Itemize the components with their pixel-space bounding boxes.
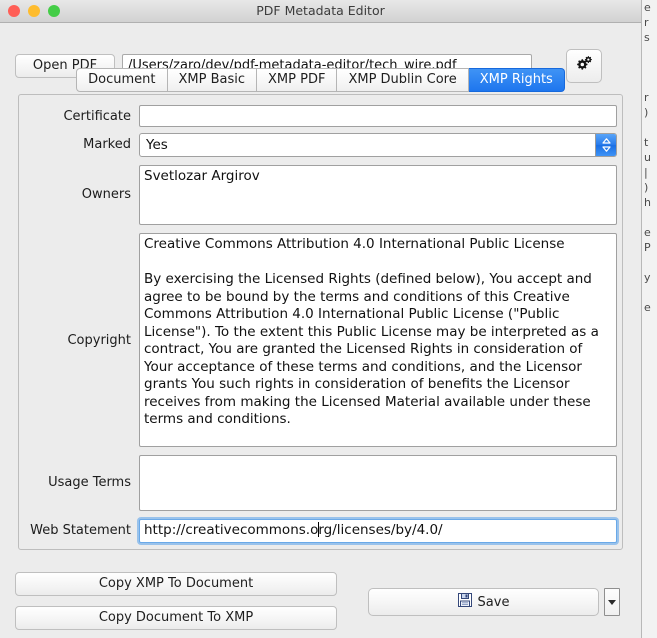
copyright-label: Copyright — [67, 333, 131, 348]
tab-xmp-basic[interactable]: XMP Basic — [167, 68, 258, 92]
background-window[interactable]: e r s r ) t u | ) h e P y e — [641, 0, 657, 638]
chevron-up-icon — [601, 138, 611, 144]
desktop-background: e r s r ) t u | ) h e P y e PDF Metadata… — [0, 0, 657, 638]
save-menu-button[interactable] — [604, 588, 620, 616]
background-window-text: e r s r ) t u | ) h e P y e — [644, 1, 651, 314]
chevron-down-icon — [601, 146, 611, 152]
web-statement-text-before-caret: http://creativecommons.o — [144, 522, 319, 538]
certificate-input[interactable] — [139, 105, 617, 127]
tab-xmp-rights[interactable]: XMP Rights — [468, 68, 565, 92]
save-button-group: Save — [368, 588, 620, 616]
marked-value: Yes — [146, 137, 168, 153]
toolbar: Open PDF /Users/zaro/dev/pdf-metadata-ed… — [0, 23, 641, 83]
web-statement-input[interactable]: http://creativecommons.org/licenses/by/4… — [139, 519, 617, 543]
tab-xmp-pdf[interactable]: XMP PDF — [257, 68, 338, 92]
certificate-row: Certificate — [19, 105, 622, 127]
web-statement-label: Web Statement — [30, 523, 131, 538]
copyright-textarea[interactable]: Creative Commons Attribution 4.0 Interna… — [139, 233, 617, 447]
tab-xmp-dublin-core[interactable]: XMP Dublin Core — [337, 68, 469, 92]
owners-label: Owners — [81, 187, 131, 202]
owners-row: Owners Svetlozar Argirov — [19, 165, 622, 225]
tab-document[interactable]: Document — [76, 68, 168, 92]
marked-combobox[interactable]: Yes — [139, 133, 617, 157]
marked-label: Marked — [83, 137, 131, 152]
usage-terms-row: Usage Terms — [19, 455, 622, 511]
save-button-label: Save — [477, 594, 510, 610]
titlebar[interactable]: PDF Metadata Editor — [0, 0, 641, 23]
usage-terms-label: Usage Terms — [48, 475, 131, 490]
window-title: PDF Metadata Editor — [256, 3, 385, 18]
tab-bar: Document XMP Basic XMP PDF XMP Dublin Co… — [0, 68, 641, 92]
marked-row: Marked Yes — [19, 133, 622, 157]
web-statement-row: Web Statement http://creativecommons.org… — [19, 519, 622, 543]
certificate-label: Certificate — [63, 109, 131, 124]
usage-terms-textarea[interactable] — [139, 455, 617, 511]
floppy-disk-icon — [457, 593, 472, 611]
owners-textarea[interactable]: Svetlozar Argirov — [139, 165, 617, 225]
xmp-rights-form-panel: Certificate Marked Yes Owners Svetlozar … — [18, 94, 623, 550]
pdf-metadata-editor-window: PDF Metadata Editor Open PDF /Users/zaro… — [0, 0, 641, 638]
copy-xmp-to-document-button[interactable]: Copy XMP To Document — [15, 572, 337, 596]
web-statement-text-after-caret: rg/licenses/by/4.0/ — [318, 522, 443, 538]
triangle-down-icon — [608, 599, 616, 605]
marked-stepper[interactable] — [595, 134, 616, 156]
save-button[interactable]: Save — [368, 588, 599, 616]
copy-document-to-xmp-button[interactable]: Copy Document To XMP — [15, 606, 337, 630]
copyright-row: Copyright Creative Commons Attribution 4… — [19, 233, 622, 447]
